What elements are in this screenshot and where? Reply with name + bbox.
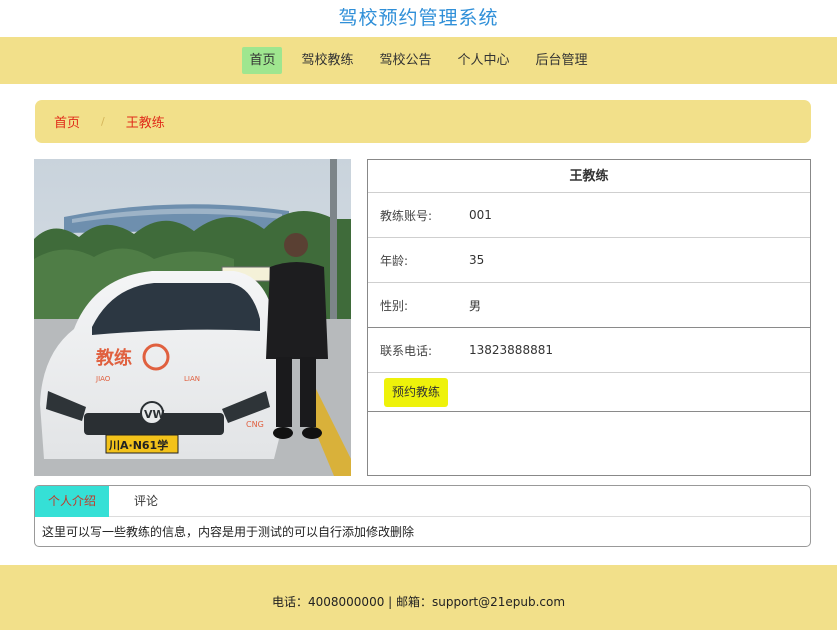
nav-item-coaches[interactable]: 驾校教练 [294,47,360,74]
svg-text:CNG: CNG [246,420,264,429]
nav-item-admin[interactable]: 后台管理 [529,47,595,74]
site-title: 驾校预约管理系统 [338,7,499,29]
footer: 电话：4008000000 | 邮箱：support@21epub.com [0,565,837,630]
info-label: 联系电话: [380,343,433,358]
book-row: 预约教练 [368,373,810,412]
coach-photo: 教练 JIAO LIAN VW 川A·N61学 CNG [34,159,351,476]
book-coach-button[interactable]: 预约教练 [384,377,449,407]
svg-text:LIAN: LIAN [184,375,200,383]
breadcrumb-home-link[interactable]: 首页 [54,112,80,131]
svg-text:VW: VW [144,408,165,421]
info-label: 性别: [380,298,409,313]
info-row-gender: 性别: 男 [368,283,810,328]
info-row-phone: 联系电话: 13823888881 [368,328,810,373]
nav-item-personal-center[interactable]: 个人中心 [451,47,517,74]
svg-text:川A·N61学: 川A·N61学 [108,438,168,452]
coach-tabs-panel: 个人介绍 评论 这里可以写一些教练的信息，内容是用于测试的可以自行添加修改删除 [34,485,811,547]
breadcrumb-separator: / [101,115,105,128]
nav-item-announcements[interactable]: 驾校公告 [372,47,438,74]
info-value: 35 [469,253,485,267]
nav-item-home[interactable]: 首页 [242,47,283,74]
coach-name-heading: 王教练 [368,160,810,193]
svg-text:教练: 教练 [96,347,132,369]
info-value: 001 [469,208,492,222]
tab-content: 这里可以写一些教练的信息，内容是用于测试的可以自行添加修改删除 [42,525,415,539]
breadcrumb: 首页 / 王教练 [35,100,811,143]
coach-info-panel: 王教练 教练账号: 001 年龄: 35 性别: 男 联系电话: 1382388… [367,159,811,476]
info-row-age: 年龄: 35 [368,238,810,283]
breadcrumb-current: 王教练 [125,116,165,131]
info-label: 教练账号: [380,208,433,223]
tab-comments[interactable]: 评论 [109,486,183,517]
tab-introduction[interactable]: 个人介绍 [35,486,109,517]
info-row-account: 教练账号: 001 [368,193,810,238]
info-label: 年龄: [380,253,409,268]
tab-bar: 个人介绍 评论 [35,486,810,517]
svg-text:JIAO: JIAO [95,375,111,383]
info-value: 男 [469,298,482,313]
info-value: 13823888881 [469,343,553,357]
main-nav: 首页 驾校教练 驾校公告 个人中心 后台管理 [0,37,837,84]
